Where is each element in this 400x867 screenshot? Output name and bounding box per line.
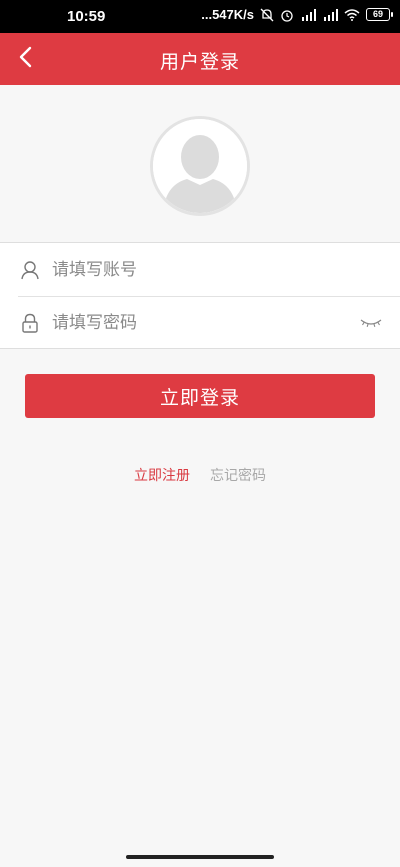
home-indicator[interactable] [126, 855, 274, 859]
login-button[interactable]: 立即登录 [25, 374, 375, 418]
mute-icon [260, 8, 274, 22]
status-bar: 10:59 ...547K/s 69 [0, 0, 400, 33]
user-icon [20, 259, 40, 281]
password-row [0, 296, 400, 349]
auth-links: 立即注册 忘记密码 [0, 465, 400, 485]
page-title: 用户登录 [159, 51, 240, 73]
eye-closed-icon [360, 319, 382, 327]
forgot-password-link[interactable]: 忘记密码 [210, 465, 266, 485]
signal-hd-icon [300, 8, 316, 21]
register-link[interactable]: 立即注册 [134, 465, 190, 485]
status-time: 10:59 [67, 8, 106, 25]
signal-icon [322, 8, 338, 21]
battery-icon: 69 [366, 8, 393, 21]
network-speed: ...547K/s [201, 7, 254, 22]
lock-icon [20, 312, 40, 334]
avatar [150, 116, 250, 216]
password-visibility-toggle[interactable] [358, 313, 384, 333]
alarm-icon [280, 8, 294, 22]
default-user-avatar-icon [153, 119, 247, 213]
password-input[interactable] [52, 307, 352, 338]
app-header: 用户登录 [0, 33, 400, 85]
account-row [0, 243, 400, 296]
account-input[interactable] [52, 254, 352, 285]
login-form [0, 242, 400, 349]
status-icons: ...547K/s 69 [201, 7, 393, 22]
wifi-icon [344, 8, 360, 21]
